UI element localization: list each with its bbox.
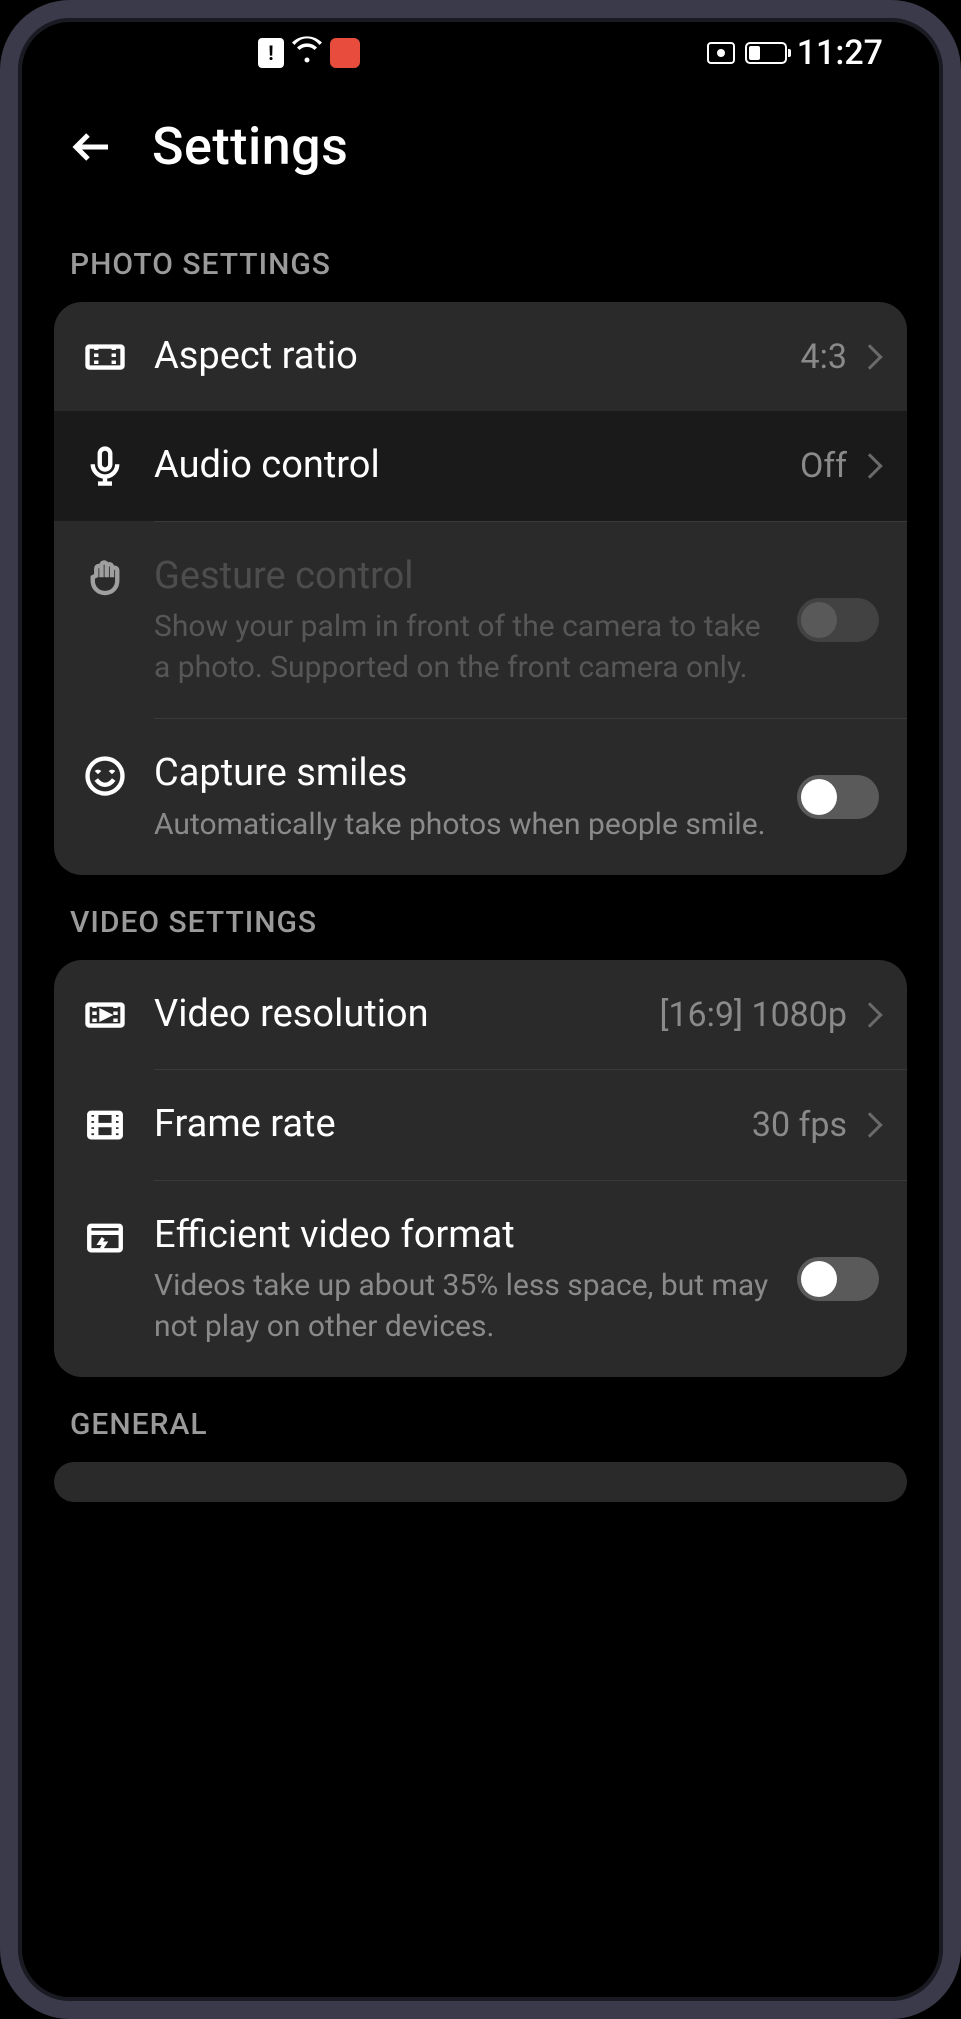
smile-icon [82, 753, 128, 799]
section-header-video: VIDEO SETTINGS [54, 875, 907, 960]
gesture-control-row: Gesture control Show your palm in front … [54, 522, 907, 718]
wifi-icon [292, 35, 322, 72]
efficient-format-description: Videos take up about 35% less space, but… [154, 1266, 771, 1347]
status-bar: ! 11:27 [18, 18, 943, 88]
capture-smiles-row[interactable]: Capture smiles Automatically take photos… [54, 719, 907, 875]
audio-control-value: Off [800, 446, 847, 486]
audio-control-row[interactable]: Audio control Off [54, 411, 907, 520]
video-settings-card: Video resolution [16:9] 1080p Frame rate… [54, 960, 907, 1377]
page-header: Settings [18, 88, 943, 217]
chevron-right-icon [857, 1112, 882, 1137]
frame-rate-value: 30 fps [752, 1105, 847, 1145]
audio-control-label: Audio control [154, 441, 774, 490]
back-button[interactable] [68, 123, 116, 171]
aspect-ratio-label: Aspect ratio [154, 332, 775, 381]
microphone-icon [82, 443, 128, 489]
aspect-ratio-icon [82, 334, 128, 380]
section-header-general: GENERAL [54, 1377, 907, 1462]
app-icon [330, 38, 360, 68]
efficient-format-toggle[interactable] [797, 1257, 879, 1301]
video-resolution-label: Video resolution [154, 990, 633, 1039]
capture-smiles-description: Automatically take photos when people sm… [154, 805, 771, 846]
efficient-format-row[interactable]: Efficient video format Videos take up ab… [54, 1181, 907, 1377]
section-header-photo: PHOTO SETTINGS [54, 217, 907, 302]
video-resolution-icon [82, 992, 128, 1038]
frame-rate-row[interactable]: Frame rate 30 fps [54, 1070, 907, 1179]
capture-smiles-label: Capture smiles [154, 749, 771, 798]
camera-status-icon [707, 42, 735, 64]
chevron-right-icon [857, 453, 882, 478]
status-time: 11:27 [797, 33, 883, 73]
photo-settings-card: Aspect ratio 4:3 Audio control Off [54, 302, 907, 875]
general-settings-card [54, 1462, 907, 1502]
alert-icon: ! [258, 38, 284, 68]
gesture-control-toggle [797, 598, 879, 642]
aspect-ratio-value: 4:3 [801, 337, 847, 377]
efficient-format-label: Efficient video format [154, 1211, 771, 1260]
chevron-right-icon [857, 344, 882, 369]
page-title: Settings [152, 116, 348, 177]
chevron-right-icon [857, 1002, 882, 1027]
capture-smiles-toggle[interactable] [797, 775, 879, 819]
video-resolution-value: [16:9] 1080p [659, 995, 847, 1035]
aspect-ratio-row[interactable]: Aspect ratio 4:3 [54, 302, 907, 411]
efficient-format-icon [82, 1215, 128, 1261]
hand-icon [82, 556, 128, 602]
battery-icon [745, 42, 787, 64]
film-icon [82, 1102, 128, 1148]
video-resolution-row[interactable]: Video resolution [16:9] 1080p [54, 960, 907, 1069]
gesture-control-label: Gesture control [154, 552, 771, 601]
gesture-control-description: Show your palm in front of the camera to… [154, 607, 771, 688]
frame-rate-label: Frame rate [154, 1100, 726, 1149]
